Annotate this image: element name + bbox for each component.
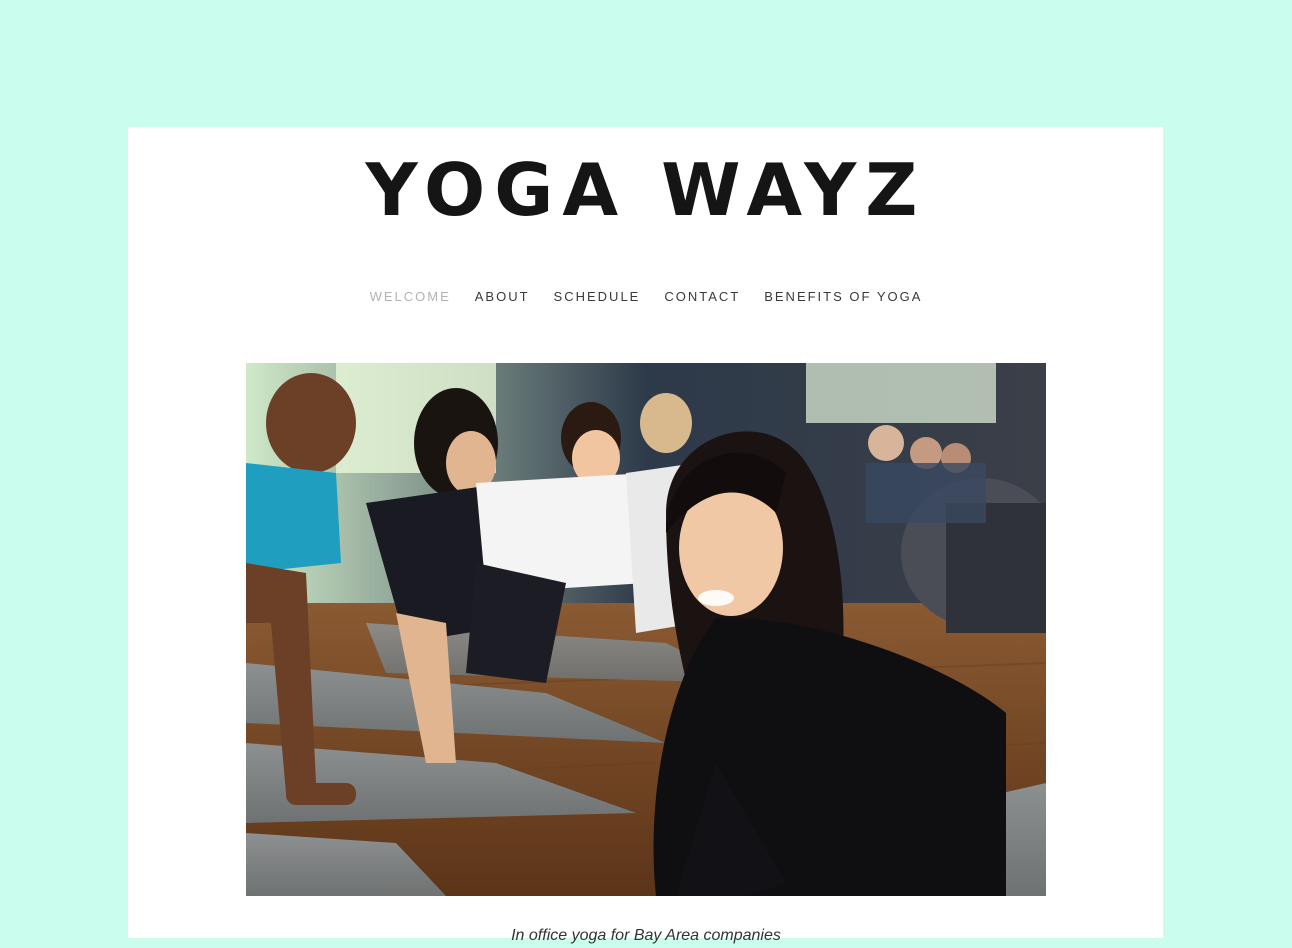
hero-photo-illustration	[246, 363, 1046, 896]
main-navigation: WELCOME ABOUT SCHEDULE CONTACT BENEFITS …	[0, 286, 1292, 308]
site-title[interactable]: YOGA WAYZ	[0, 146, 1292, 234]
tagline: In office yoga for Bay Area companies	[511, 927, 781, 944]
nav-about[interactable]: ABOUT	[475, 286, 530, 308]
nav-benefits-of-yoga[interactable]: BENEFITS OF YOGA	[764, 286, 922, 308]
nav-welcome[interactable]: WELCOME	[370, 286, 451, 308]
hero-image	[246, 363, 1046, 896]
nav-schedule[interactable]: SCHEDULE	[554, 286, 641, 308]
nav-contact[interactable]: CONTACT	[664, 286, 740, 308]
